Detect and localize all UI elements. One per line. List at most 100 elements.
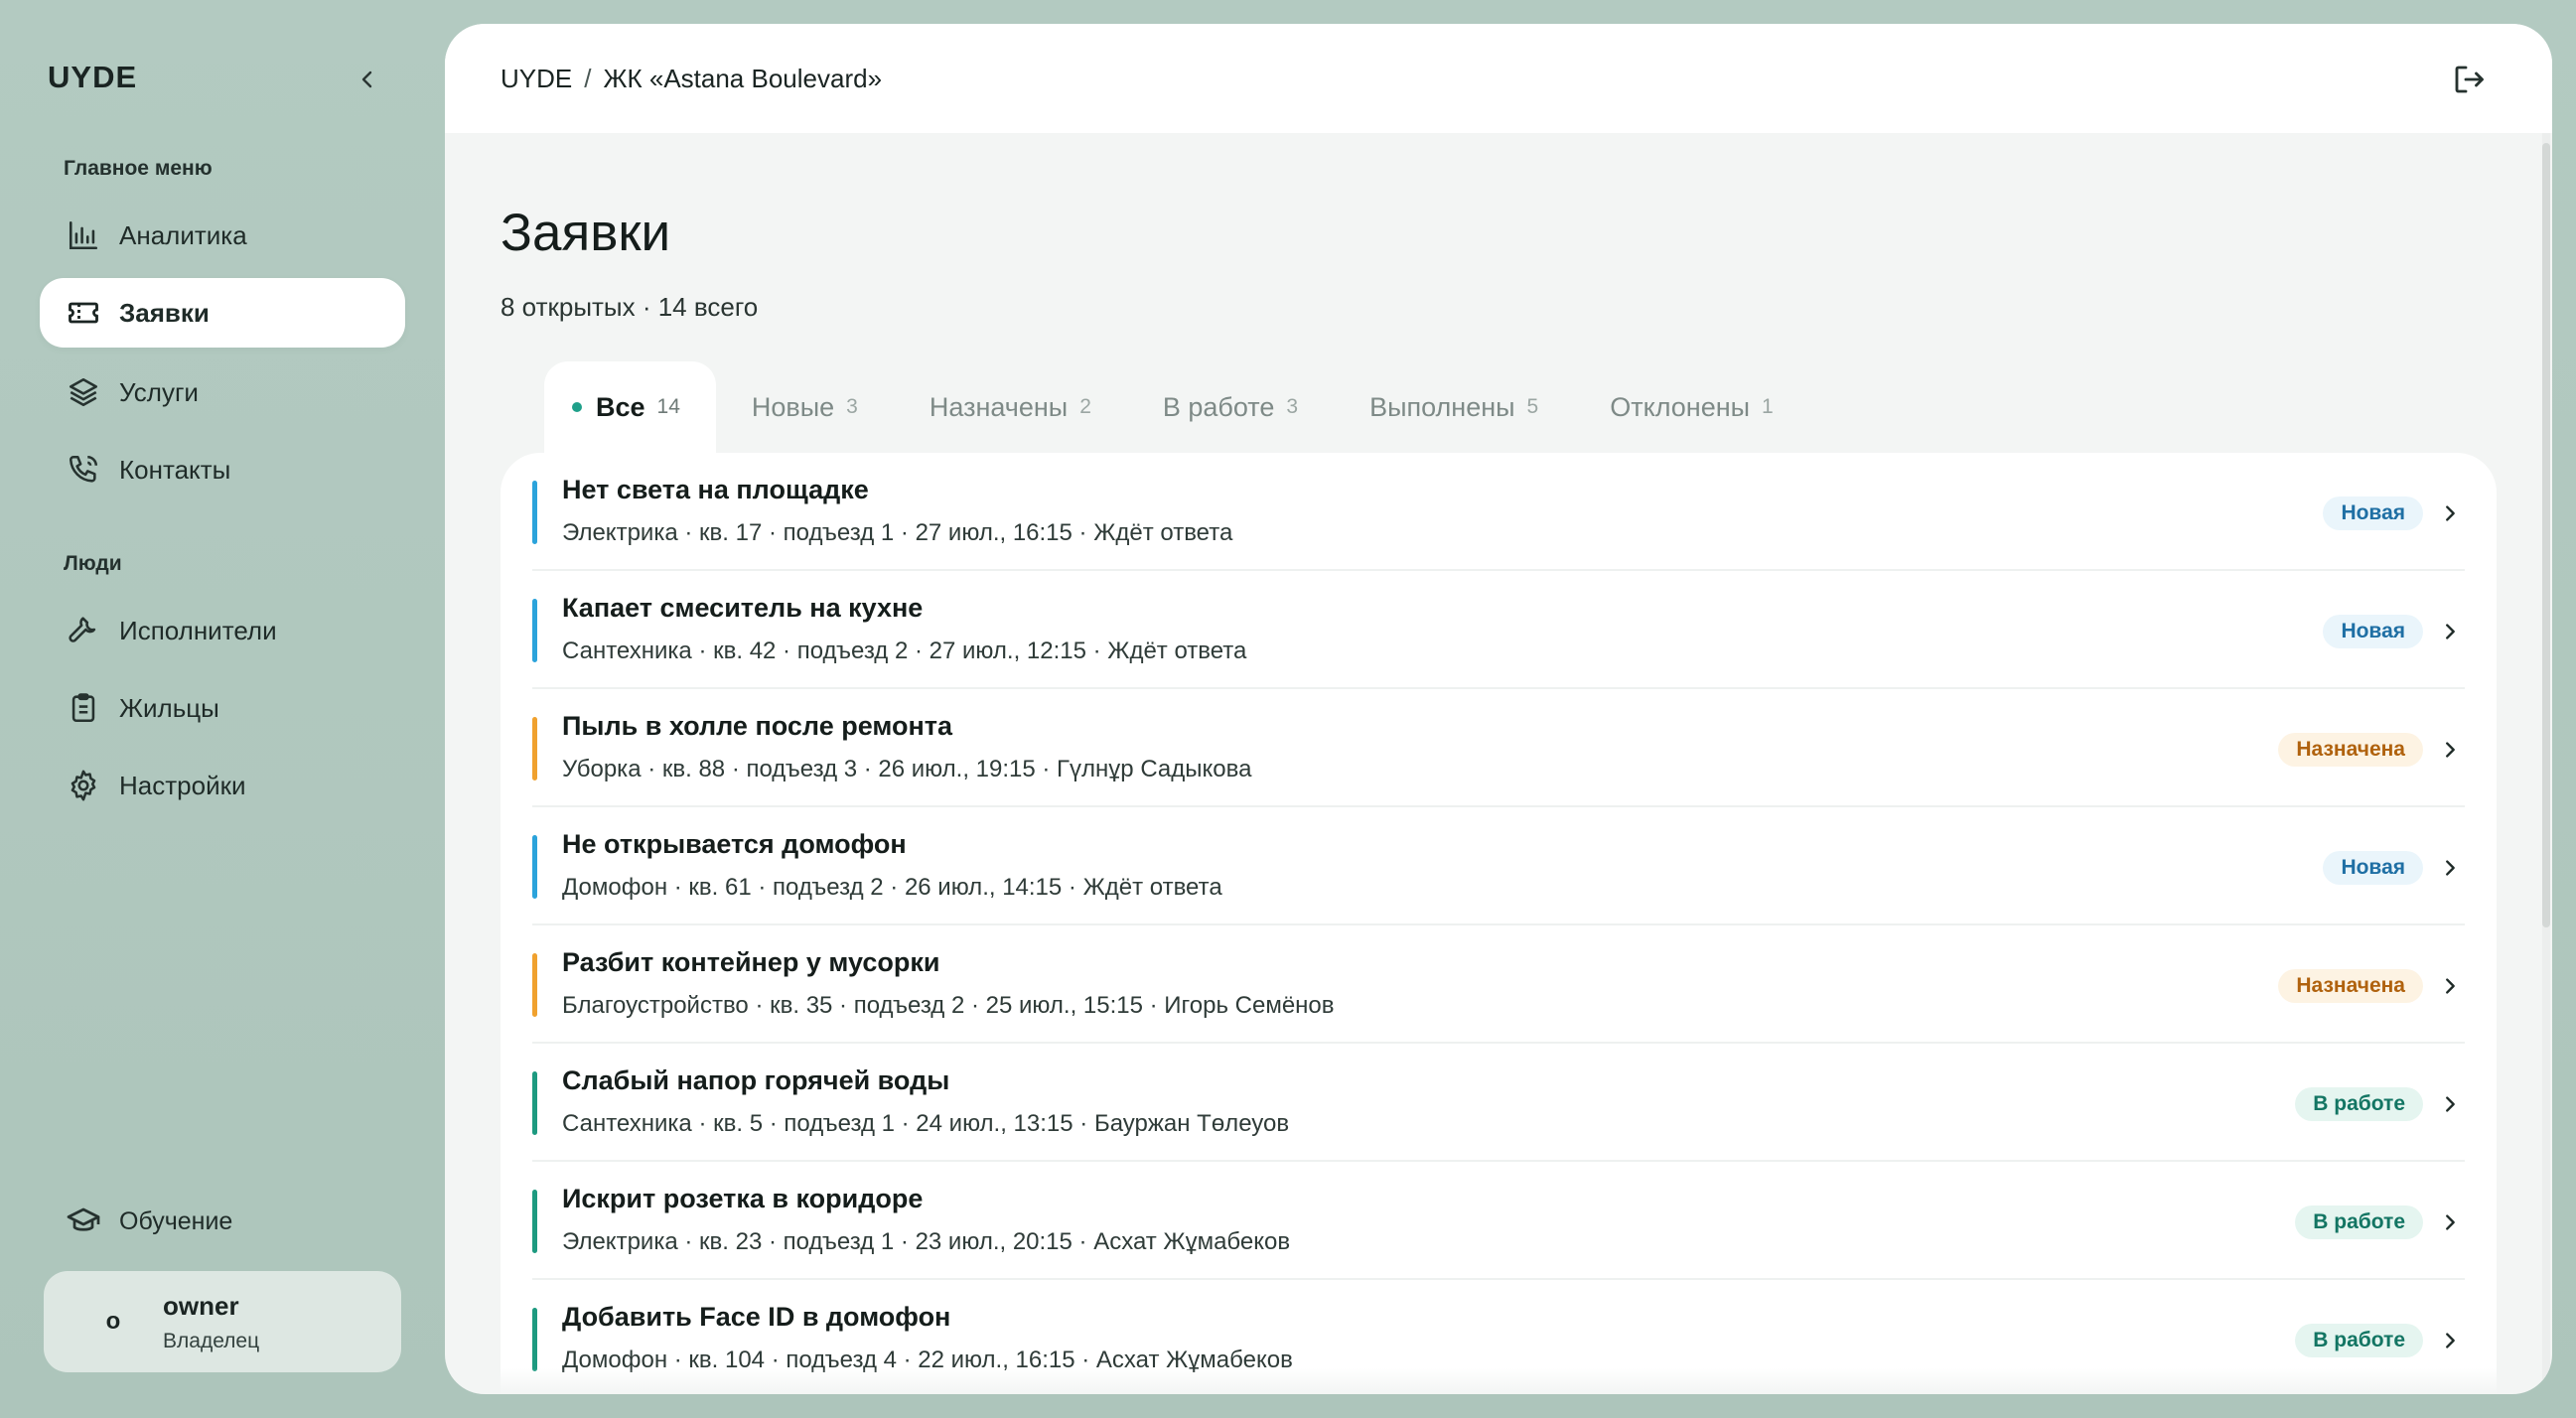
request-row[interactable]: Капает смеситель на кухне Сантехника · к… (532, 571, 2465, 689)
tab-label: Назначены (929, 391, 1069, 422)
tab-all[interactable]: Все 14 (544, 361, 716, 453)
sidebar-item-requests[interactable]: Заявки (40, 278, 405, 348)
status-indicator-bar (532, 835, 537, 899)
main-panel: UYDE / ЖК «Astana Boulevard» Заявки 8 от… (445, 24, 2552, 1394)
request-row[interactable]: Искрит розетка в коридоре Электрика · кв… (532, 1162, 2465, 1280)
sidebar-item-residents[interactable]: Жильцы (40, 673, 405, 743)
chevron-right-icon (2435, 1324, 2465, 1357)
status-indicator-bar (532, 717, 537, 780)
chevron-right-icon (2435, 851, 2465, 885)
tab-assigned[interactable]: Назначены 2 (894, 361, 1127, 453)
tab-count: 2 (1079, 395, 1091, 418)
ticket-icon (64, 293, 103, 333)
breadcrumb-current: ЖК «Astana Boulevard» (603, 63, 883, 93)
status-badge: Новая (2323, 496, 2423, 530)
chevron-right-icon (2435, 1205, 2465, 1239)
sidebar-item-label: Заявки (119, 297, 210, 328)
tab-new[interactable]: Новые 3 (716, 361, 894, 453)
avatar: o (105, 1308, 121, 1335)
request-row[interactable]: Пыль в холле после ремонта Уборка · кв. … (532, 689, 2465, 807)
brand-logo: UYDE (48, 60, 138, 94)
breadcrumb: UYDE / ЖК «Astana Boulevard» (501, 64, 882, 94)
sidebar-item-settings[interactable]: Настройки (40, 751, 405, 820)
sidebar: UYDE Главное меню Аналитика Заявки Услуг… (0, 0, 437, 1418)
logout-icon (2455, 66, 2484, 93)
request-row[interactable]: Не открывается домофон Домофон · кв. 61 … (532, 807, 2465, 925)
status-badge: Новая (2323, 615, 2423, 648)
tab-count: 3 (846, 395, 858, 418)
sidebar-item-label: Услуги (119, 376, 199, 407)
request-meta: Уборка · кв. 88 · подъезд 3 · 26 июл., 1… (562, 756, 1252, 782)
status-badge: Новая (2323, 851, 2423, 885)
request-meta: Сантехника · кв. 5 · подъезд 1 · 24 июл.… (562, 1110, 1290, 1137)
collapse-sidebar-button[interactable] (350, 62, 385, 97)
status-badge: В работе (2295, 1087, 2423, 1121)
chevron-left-icon (361, 71, 372, 88)
logout-button[interactable] (2449, 60, 2489, 99)
request-title: Слабый напор горячей воды (562, 1065, 950, 1095)
request-title: Не открывается домофон (562, 829, 907, 859)
request-meta: Благоустройство · кв. 35 · подъезд 2 · 2… (562, 992, 1335, 1019)
layers-icon (64, 372, 103, 412)
request-meta: Домофон · кв. 104 · подъезд 4 · 22 июл.,… (562, 1347, 1293, 1373)
tab-label: Все (596, 391, 645, 422)
app-root: UYDE Главное меню Аналитика Заявки Услуг… (0, 0, 2576, 1418)
sidebar-item-analytics[interactable]: Аналитика (40, 201, 405, 270)
status-indicator-bar (532, 1071, 537, 1135)
chevron-right-icon (2435, 1087, 2465, 1121)
status-badge: В работе (2295, 1205, 2423, 1239)
gear-icon (64, 766, 103, 805)
active-dot-icon (572, 402, 582, 412)
training-label: Обучение (119, 1206, 233, 1235)
scrollbar[interactable] (2542, 133, 2550, 1394)
request-row[interactable]: Слабый напор горячей воды Сантехника · к… (532, 1044, 2465, 1162)
request-row[interactable]: Добавить Face ID в домофон Домофон · кв.… (532, 1280, 2465, 1394)
chevron-right-icon (2435, 733, 2465, 767)
tab-label: Выполнены (1369, 391, 1515, 422)
status-indicator-bar (532, 953, 537, 1017)
sidebar-item-label: Настройки (119, 770, 246, 800)
scrollbar-thumb[interactable] (2542, 143, 2550, 927)
status-badge: Назначена (2278, 733, 2423, 767)
top-bar: UYDE / ЖК «Astana Boulevard» (445, 24, 2552, 133)
request-title: Искрит розетка в коридоре (562, 1184, 924, 1213)
tab-in-progress[interactable]: В работе 3 (1127, 361, 1334, 453)
training-link[interactable]: Обучение (44, 1202, 232, 1241)
page-title: Заявки (501, 204, 671, 262)
phone-icon (64, 450, 103, 490)
main-menu-label: Главное меню (64, 157, 213, 180)
tab-rejected[interactable]: Отклонены 1 (1574, 361, 1809, 453)
clipboard-icon (64, 688, 103, 728)
user-name: owner (163, 1290, 239, 1321)
request-meta: Сантехника · кв. 42 · подъезд 2 · 27 июл… (562, 638, 1247, 664)
sidebar-item-services[interactable]: Услуги (40, 357, 405, 427)
sidebar-item-label: Исполнители (119, 615, 277, 645)
status-tabs: Все 14 Новые 3 Назначены 2 В работе 3 Вы… (544, 361, 1809, 453)
tab-count: 14 (656, 395, 680, 418)
tab-label: Отклонены (1610, 391, 1751, 422)
request-title: Добавить Face ID в домофон (562, 1302, 951, 1332)
status-badge: В работе (2295, 1324, 2423, 1357)
status-indicator-bar (532, 481, 537, 544)
sidebar-item-contacts[interactable]: Контакты (40, 435, 405, 504)
request-meta: Электрика · кв. 23 · подъезд 1 · 23 июл.… (562, 1228, 1291, 1255)
status-badge: Назначена (2278, 969, 2423, 1003)
request-row[interactable]: Нет света на площадке Электрика · кв. 17… (532, 453, 2465, 571)
request-list: Нет света на площадке Электрика · кв. 17… (501, 453, 2497, 1394)
sidebar-item-executors[interactable]: Исполнители (40, 596, 405, 665)
sidebar-item-label: Жильцы (119, 692, 219, 723)
status-indicator-bar (532, 1308, 537, 1371)
tab-completed[interactable]: Выполнены 5 (1334, 361, 1574, 453)
page-subtitle: 8 открытых · 14 всего (501, 292, 759, 322)
tab-count: 1 (1762, 395, 1774, 418)
tab-count: 5 (1526, 395, 1539, 418)
request-title: Пыль в холле после ремонта (562, 711, 953, 741)
user-role: Владелец (163, 1329, 260, 1352)
chart-icon (64, 215, 103, 255)
breadcrumb-root[interactable]: UYDE (501, 64, 572, 94)
user-profile-card[interactable]: o owner Владелец (44, 1271, 401, 1372)
request-title: Нет света на площадке (562, 475, 869, 504)
tab-label: В работе (1162, 391, 1275, 422)
people-label: Люди (64, 552, 122, 575)
request-row[interactable]: Разбит контейнер у мусорки Благоустройст… (532, 925, 2465, 1044)
